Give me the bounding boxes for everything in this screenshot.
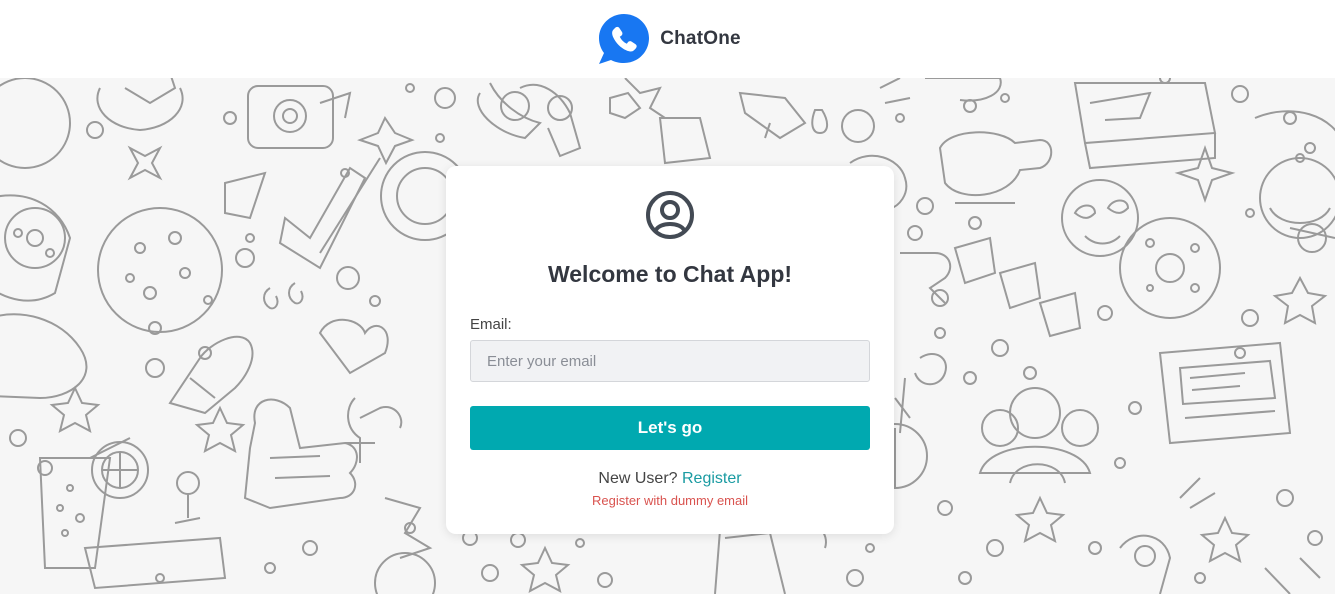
phone-chat-bubble-icon [599, 14, 650, 64]
user-circle-icon [646, 191, 694, 239]
page-title: Welcome to Chat App! [547, 261, 793, 287]
lets-go-button[interactable]: Let's go [470, 406, 870, 450]
login-card: Welcome to Chat App! Email: Let's go New… [446, 166, 894, 534]
brand[interactable]: ChatOne [598, 13, 741, 65]
new-user-text: New User? [598, 470, 678, 487]
email-label: Email: [470, 316, 512, 333]
new-user-row: New User? Register [446, 470, 894, 488]
brand-name: ChatOne [660, 28, 741, 49]
register-dummy-email-link[interactable]: Register with dummy email [446, 493, 894, 508]
email-field[interactable] [470, 340, 870, 382]
register-link[interactable]: Register [682, 470, 742, 487]
top-bar: ChatOne [0, 0, 1335, 78]
